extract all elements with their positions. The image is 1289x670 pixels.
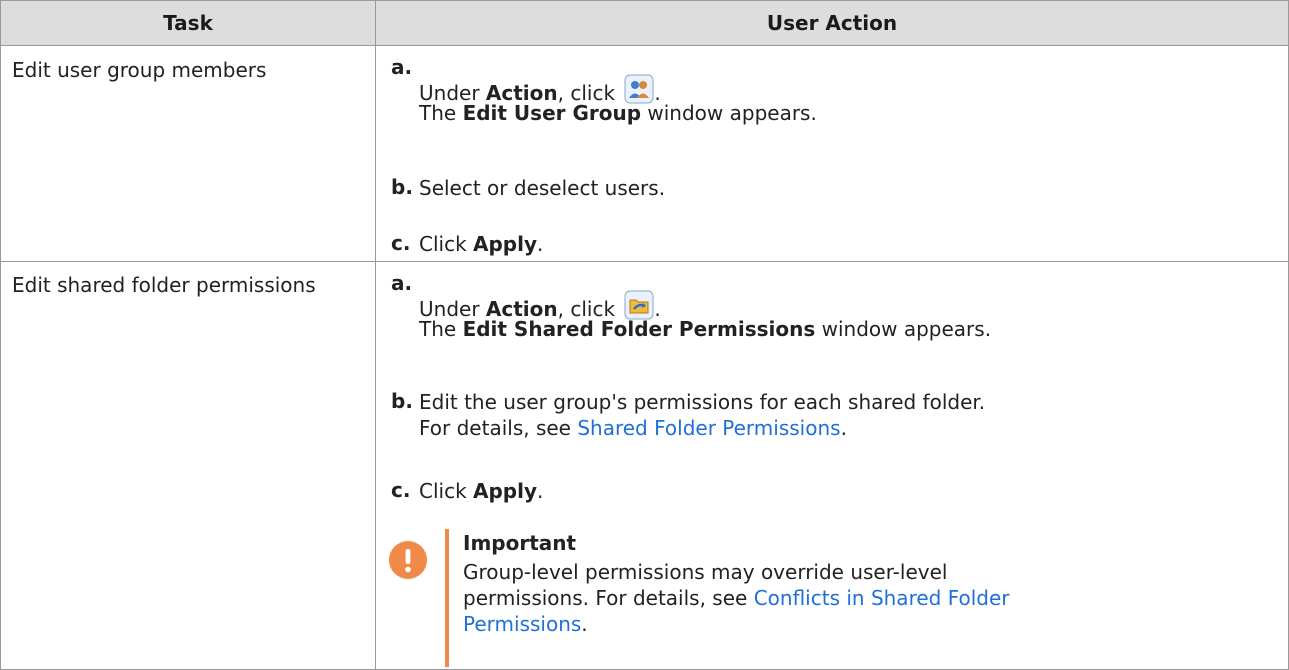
step-b-text: Edit the user group's permissions for ea… xyxy=(419,390,986,414)
header-task: Task xyxy=(163,11,213,35)
important-line1: Group-level permissions may override use… xyxy=(463,560,948,584)
user-group-actions-table: Task User Action Edit user group members… xyxy=(0,0,1289,670)
shared-folder-permissions-link[interactable]: Shared Folder Permissions xyxy=(577,416,840,440)
step-a-line2: The Edit Shared Folder Permissions windo… xyxy=(419,317,992,341)
task-edit-shared-folder-permissions: Edit shared folder permissions xyxy=(12,273,316,297)
important-line2: permissions. For details, see Conflicts … xyxy=(463,586,1010,610)
important-note-bar xyxy=(445,529,449,667)
step-letter-c: c. xyxy=(391,478,411,502)
step-b-details: For details, see Shared Folder Permissio… xyxy=(419,416,847,440)
important-line3: Permissions. xyxy=(463,612,588,636)
step-letter-b: b. xyxy=(391,389,413,413)
header-user-action: User Action xyxy=(766,11,898,35)
conflicts-in-shared-folder-permissions-link[interactable]: Conflicts in Shared Folder xyxy=(754,586,1010,610)
important-icon xyxy=(388,540,428,580)
row-divider xyxy=(1,261,1288,262)
step-c-text: Click Apply. xyxy=(419,479,544,503)
task-edit-user-group-members: Edit user group members xyxy=(12,58,267,82)
step-letter-a: a. xyxy=(391,271,413,295)
step-letter-c: c. xyxy=(391,231,411,255)
important-title: Important xyxy=(463,531,577,555)
table-header: Task User Action xyxy=(1,1,1288,46)
step-c-text: Click Apply. xyxy=(419,232,544,256)
step-b-text: Select or deselect users. xyxy=(419,176,666,200)
column-divider xyxy=(375,1,376,669)
step-letter-a: a. xyxy=(391,55,413,79)
conflicts-in-shared-folder-permissions-link-cont[interactable]: Permissions xyxy=(463,612,581,636)
step-letter-b: b. xyxy=(391,175,413,199)
step-a-line2: The Edit User Group window appears. xyxy=(419,101,817,125)
